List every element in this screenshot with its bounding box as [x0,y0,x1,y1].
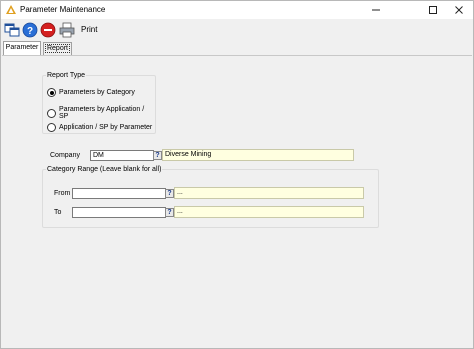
parameter-panel: Report Type Parameters by Category Param… [2,55,472,348]
print-button[interactable]: Print [81,25,97,34]
category-range-group: Category Range (Leave blank for all) Fro… [42,166,379,228]
radio-label: Application / SP by Parameter [59,124,153,131]
tab-parameter[interactable]: Parameter [3,41,41,56]
app-logo-icon [6,5,16,14]
radio-button-selected[interactable] [47,88,56,97]
radio-label: Parameters by Category [59,89,135,96]
radio-application-by-parameter[interactable]: Application / SP by Parameter [47,123,152,132]
radio-parameters-by-application[interactable]: Parameters by Application / SP [47,106,155,120]
radio-button[interactable] [47,108,56,118]
radio-label: Parameters by Application / SP [58,106,145,120]
from-label: From [54,190,71,197]
to-category-input[interactable] [72,207,166,218]
svg-text:?: ? [27,26,33,37]
maximize-icon [429,6,437,14]
close-button[interactable] [445,1,473,19]
company-description: Diverse Mining [162,149,354,161]
help-icon[interactable]: ? [22,22,38,38]
company-code-input[interactable]: DM [90,150,154,161]
window-title: Parameter Maintenance [20,5,106,14]
to-label: To [54,209,62,216]
from-lookup-button[interactable]: ? [165,189,174,198]
report-type-legend: Report Type [47,72,86,79]
report-type-group: Report Type Parameters by Category Param… [42,72,156,134]
printer-icon[interactable] [59,22,75,38]
to-lookup-button[interactable]: ? [165,208,174,217]
from-category-input[interactable] [72,188,166,199]
minimize-icon [372,9,380,11]
company-label: Company [50,152,80,159]
company-lookup-button[interactable]: ? [153,151,162,160]
close-icon [455,6,463,14]
minimize-button[interactable] [362,1,390,19]
maximize-button[interactable] [419,1,447,19]
category-range-legend: Category Range (Leave blank for all) [47,166,162,173]
parameter-maintenance-window: Parameter Maintenance ? Print Parameter … [0,0,474,349]
title-bar: Parameter Maintenance [1,1,473,19]
tab-report[interactable]: Report [43,42,72,56]
radio-parameters-by-category[interactable]: Parameters by Category [47,88,135,97]
tab-strip: Parameter Report [1,41,473,56]
windows-icon[interactable] [4,22,20,38]
toolbar: ? Print [1,19,473,40]
to-description: ... [174,206,364,218]
tab-report-label: Report [44,44,70,53]
radio-button[interactable] [47,123,56,132]
from-description: ... [174,187,364,199]
stop-icon[interactable] [40,22,56,38]
